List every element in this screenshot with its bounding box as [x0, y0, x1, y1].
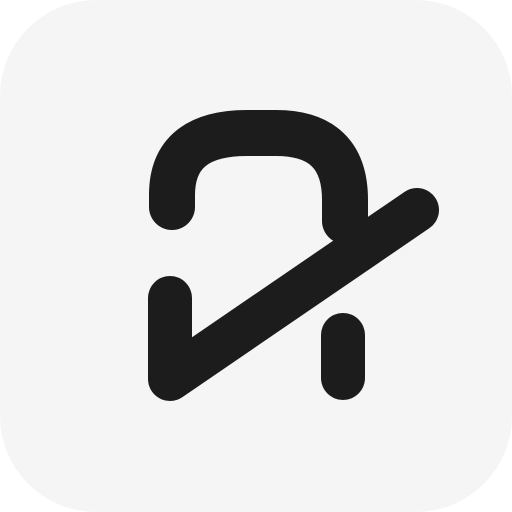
app-icon: [0, 0, 512, 512]
icon-background: [0, 0, 512, 512]
logo-icon: [0, 0, 512, 512]
